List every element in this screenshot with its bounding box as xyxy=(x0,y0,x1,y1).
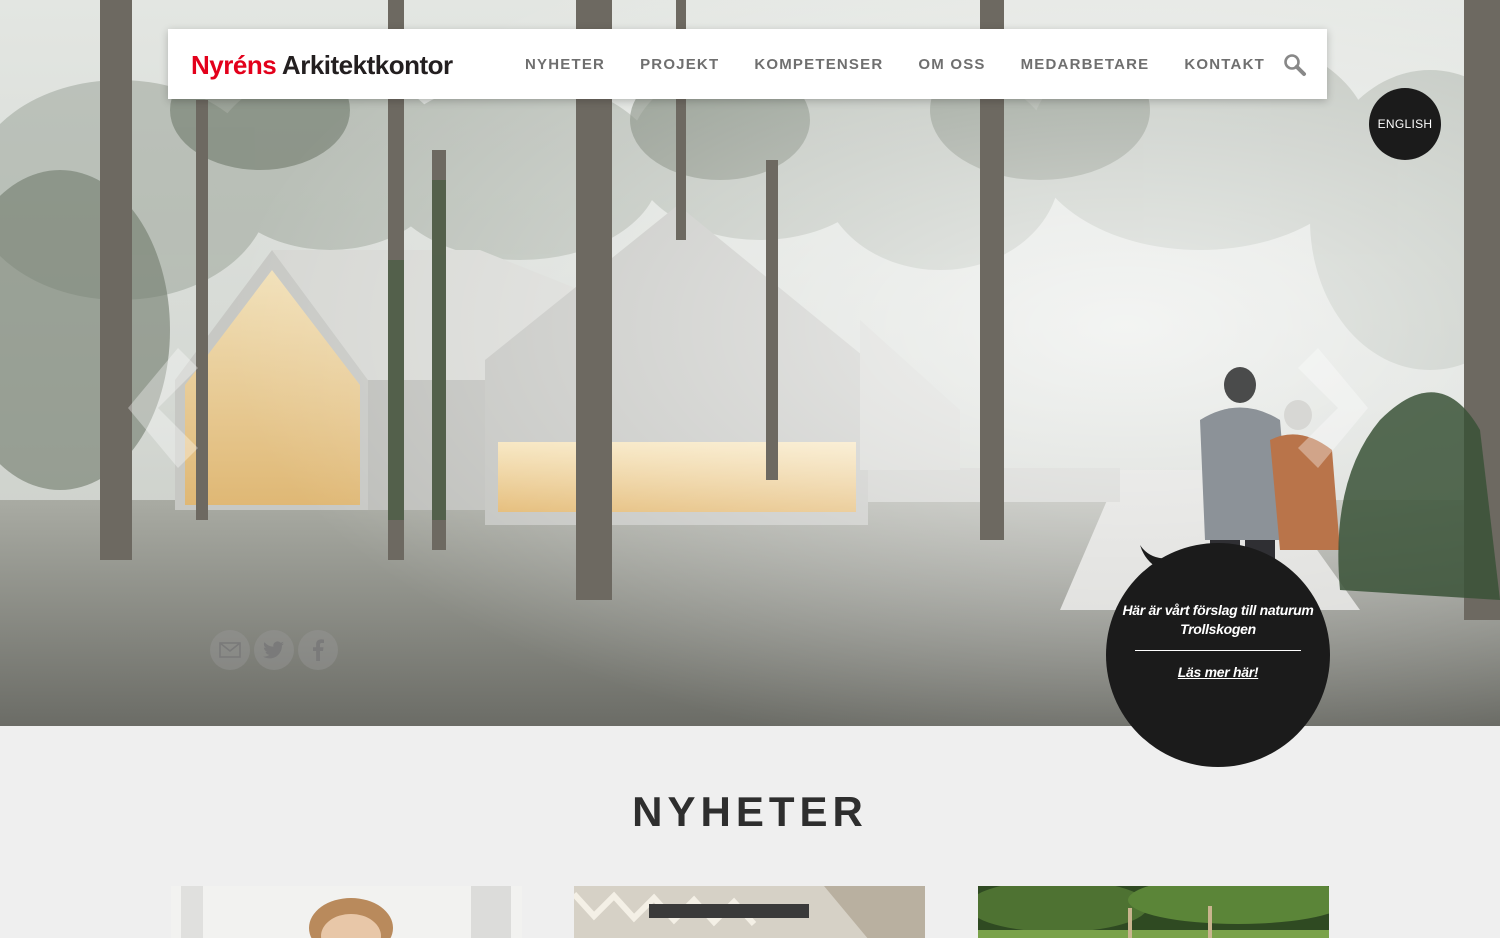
twitter-share-button[interactable] xyxy=(254,630,294,670)
twitter-icon xyxy=(263,641,284,659)
featured-project-text: Här är vårt förslag till naturum Trollsk… xyxy=(1122,602,1314,637)
search-icon[interactable] xyxy=(1283,53,1307,77)
news-card-image xyxy=(171,886,522,938)
news-card[interactable] xyxy=(171,886,522,938)
mail-icon xyxy=(219,642,241,658)
featured-project-bubble: Här är vårt förslag till naturum Trollsk… xyxy=(1106,543,1330,767)
facebook-share-button[interactable] xyxy=(298,630,338,670)
slider-prev-button[interactable] xyxy=(128,348,198,468)
news-card[interactable] xyxy=(978,886,1329,938)
mail-share-button[interactable] xyxy=(210,630,250,670)
logo-name: Nyréns xyxy=(191,50,277,80)
news-card-image xyxy=(978,886,1329,938)
site-logo[interactable]: Nyréns Arkitektkontor xyxy=(191,50,453,80)
social-share xyxy=(210,630,338,670)
logo-suffix: Arkitektkontor xyxy=(281,50,453,80)
nav-item-projekt[interactable]: PROJEKT xyxy=(640,56,719,73)
facebook-icon xyxy=(313,639,324,661)
nav-item-om-oss[interactable]: OM OSS xyxy=(918,56,985,73)
english-language-button[interactable]: ENGLISH xyxy=(1369,88,1441,160)
read-more-link[interactable]: Läs mer här! xyxy=(1106,664,1330,680)
news-card-image xyxy=(574,886,925,938)
nav-item-kontakt[interactable]: KONTAKT xyxy=(1184,56,1265,73)
nav-item-medarbetare[interactable]: MEDARBETARE xyxy=(1021,56,1150,73)
news-section-title: NYHETER xyxy=(632,788,868,835)
chevron-left-icon xyxy=(128,348,198,468)
bubble-divider xyxy=(1135,650,1301,651)
news-card[interactable] xyxy=(574,886,925,938)
chevron-right-icon xyxy=(1298,348,1368,468)
nav-menu: NYHETER PROJEKT KOMPETENSER OM OSS MEDAR… xyxy=(525,29,1300,99)
slider-next-button[interactable] xyxy=(1298,348,1368,468)
nav-item-nyheter[interactable]: NYHETER xyxy=(525,56,605,73)
top-navigation: Nyréns Arkitektkontor NYHETER PROJEKT KO… xyxy=(168,29,1327,99)
nav-item-kompetenser[interactable]: KOMPETENSER xyxy=(754,56,883,73)
